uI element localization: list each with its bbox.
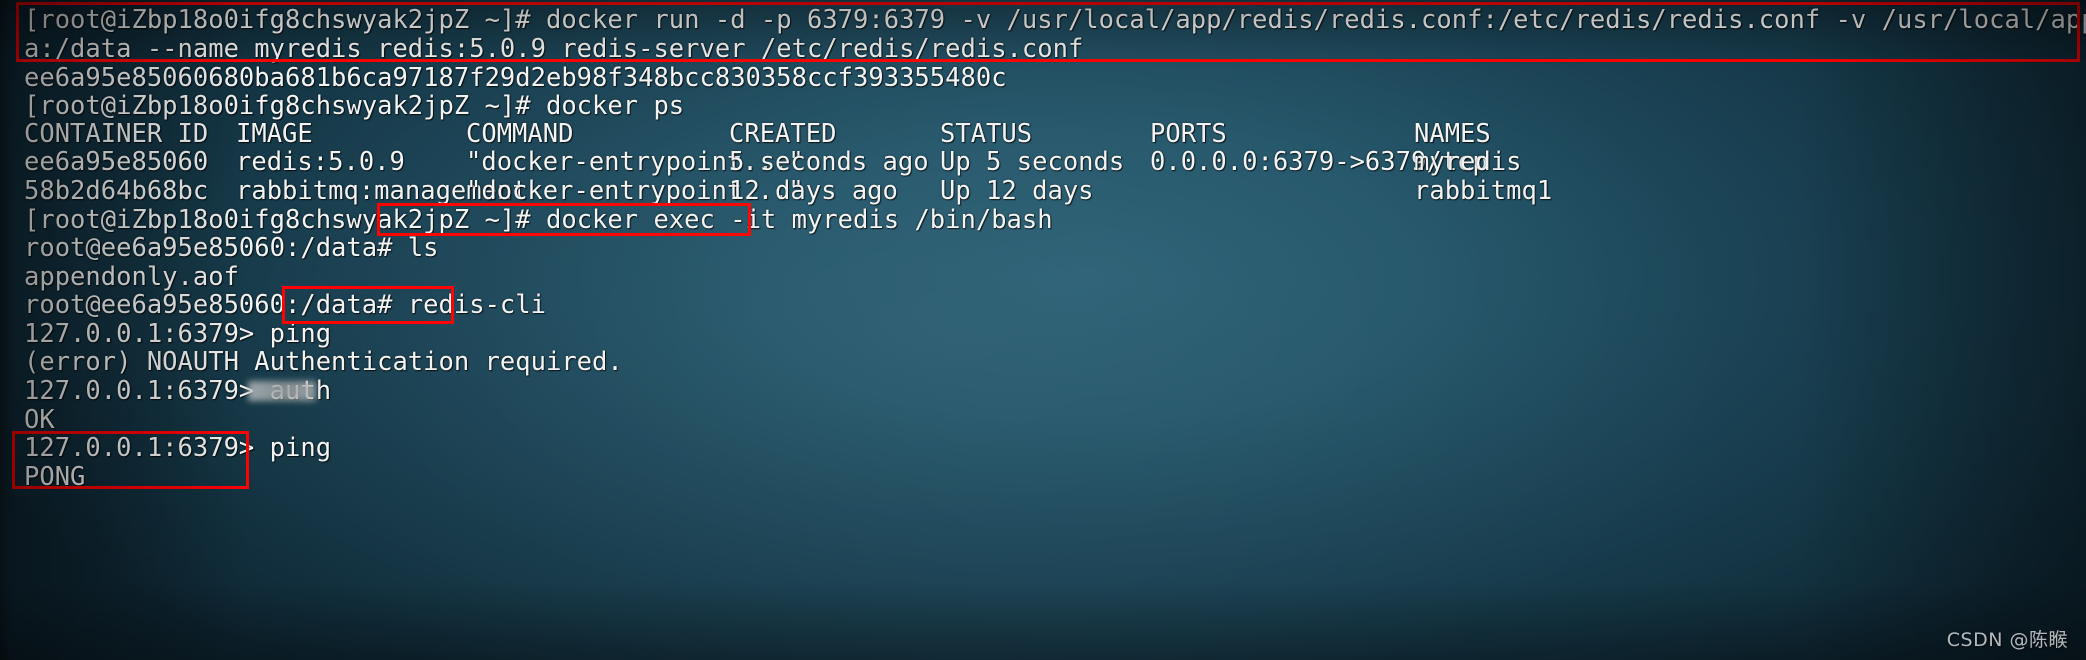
cell-container-id: 58b2d64b68bc xyxy=(24,176,209,206)
redis-cli-prompt: root@ee6a95e85060:/data# xyxy=(24,290,408,320)
cell-status: Up 12 days xyxy=(940,176,1094,206)
header-command: COMMAND xyxy=(466,119,574,149)
terminal-line-docker-run-2: a:/data --name myredis redis:5.0.9 redis… xyxy=(24,34,1084,64)
terminal-line-container-hash: ee6a95e85060680ba681b6ca97187f29d2eb98f3… xyxy=(24,63,1007,93)
cell-container-id: ee6a95e85060 xyxy=(24,147,209,177)
header-container-id: CONTAINER ID xyxy=(24,119,209,149)
terminal-line-docker-run-1: [root@iZbp18o0ifg8chswyak2jpZ ~]# docker… xyxy=(24,5,2086,35)
csdn-watermark: CSDN @陈睺 xyxy=(1946,629,2068,651)
terminal-line-docker-ps: [root@iZbp18o0ifg8chswyak2jpZ ~]# docker… xyxy=(24,91,685,121)
cell-status: Up 5 seconds xyxy=(940,147,1125,177)
terminal-line-noauth-error: (error) NOAUTH Authentication required. xyxy=(24,347,623,377)
terminal-screenshot: [root@iZbp18o0ifg8chswyak2jpZ ~]# docker… xyxy=(0,0,2086,660)
header-status: STATUS xyxy=(940,119,1033,149)
header-ports: PORTS xyxy=(1150,119,1227,149)
terminal-line-ok: OK xyxy=(24,405,55,435)
cell-image: redis:5.0.9 xyxy=(236,147,405,177)
header-image: IMAGE xyxy=(236,119,313,149)
terminal-line-redis-cli: root@ee6a95e85060:/data# redis-cli xyxy=(24,291,546,320)
terminal-line-ping-2: 127.0.0.1:6379> ping xyxy=(24,433,332,463)
cell-created: 12 days ago xyxy=(729,176,898,206)
terminal-line-ls-output: appendonly.aof xyxy=(24,262,239,292)
terminal-line-ping-1: 127.0.0.1:6379> ping xyxy=(24,319,332,349)
password-redaction-block xyxy=(248,381,316,401)
redis-cli-command-text: redis-cli xyxy=(407,290,546,320)
exec-prompt: [root@iZbp18o0ifg8chswyak2jpZ ~]# xyxy=(24,205,546,235)
header-names: NAMES xyxy=(1414,119,1491,149)
terminal-line-ls: root@ee6a95e85060:/data# ls xyxy=(24,233,439,263)
header-created: CREATED xyxy=(729,119,837,149)
cell-names: myredis xyxy=(1414,147,1522,177)
exec-command-text: docker exec -it myredis /bin/bash xyxy=(545,205,1053,235)
terminal-output: [root@iZbp18o0ifg8chswyak2jpZ ~]# docker… xyxy=(0,0,2086,660)
terminal-line-docker-exec: [root@iZbp18o0ifg8chswyak2jpZ ~]# docker… xyxy=(24,206,1053,235)
cell-names: rabbitmq1 xyxy=(1414,176,1553,206)
terminal-line-pong: PONG xyxy=(24,462,86,492)
cell-created: 5 seconds ago xyxy=(729,147,929,177)
